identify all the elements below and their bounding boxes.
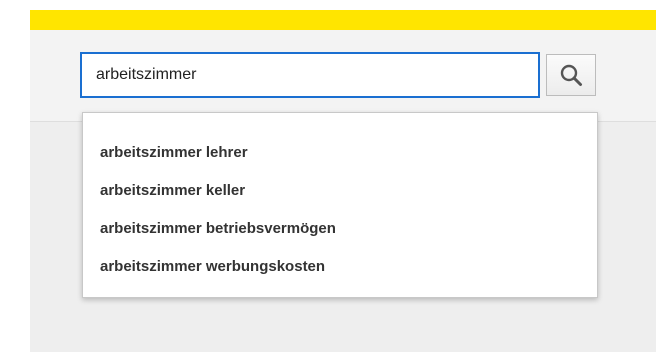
brand-top-bar (30, 10, 656, 30)
page-canvas: arbeitszimmer lehrer arbeitszimmer kelle… (0, 0, 656, 352)
search-input[interactable] (80, 52, 540, 98)
suggestion-item[interactable]: arbeitszimmer betriebsvermögen (83, 210, 597, 248)
suggestion-item[interactable]: arbeitszimmer keller (83, 172, 597, 210)
search-button[interactable] (546, 54, 596, 96)
suggestion-item[interactable]: arbeitszimmer werbungskosten (83, 248, 597, 286)
search-icon (559, 63, 583, 87)
autocomplete-dropdown: arbeitszimmer lehrer arbeitszimmer kelle… (82, 112, 598, 298)
suggestion-item[interactable]: arbeitszimmer lehrer (83, 134, 597, 172)
